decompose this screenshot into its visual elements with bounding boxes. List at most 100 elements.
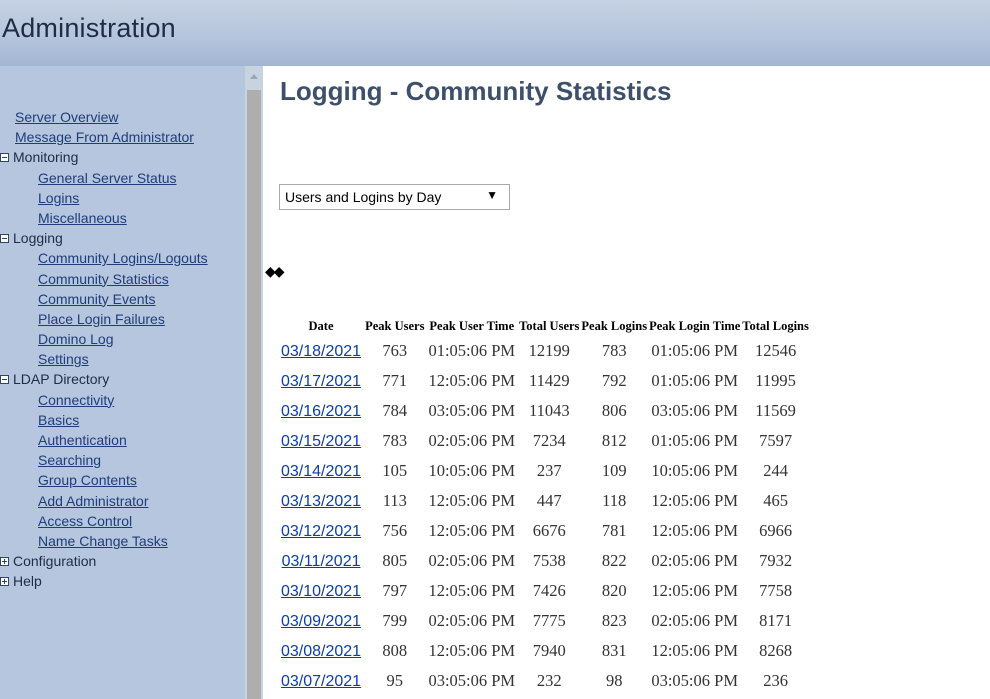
expand-icon[interactable] (0, 577, 9, 587)
cell-total-logins: 8171 (759, 611, 793, 630)
sidebar-item-logins: Logins (0, 188, 208, 208)
date-link[interactable]: 03/10/2021 (281, 583, 361, 600)
cell-peak-login-time: 12:05:06 PM (651, 581, 738, 600)
date-cell: 03/16/2021 (278, 396, 364, 426)
expand-icon[interactable] (0, 556, 9, 566)
sidebar-link[interactable]: Add Administrator (38, 493, 149, 509)
cell-peak-login-time: 01:05:06 PM (651, 431, 738, 450)
sidebar-link[interactable]: Community Events (38, 291, 155, 307)
page-title: Logging - Community Statistics (280, 76, 672, 106)
sidebar-link[interactable]: Community Logins/Logouts (38, 250, 208, 266)
table-row: 03/15/2021 783 02:05:06 PM 7234 812 01:05:06 … (278, 426, 810, 456)
cell-peak-users: 805 (382, 551, 408, 570)
cell-total-logins: 7758 (759, 581, 793, 600)
sidebar-item-connectivity: Connectivity (0, 390, 208, 410)
sidebar-group-ldap-directory: LDAP Directory (0, 369, 208, 389)
cell-peak-user-time: 12:05:06 PM (428, 641, 516, 660)
sidebar-group-label[interactable]: Monitoring (13, 149, 78, 165)
sidebar-item-authentication: Authentication (0, 430, 208, 450)
sidebar-link[interactable]: Community Statistics (38, 271, 169, 287)
table-row: 03/12/2021 756 12:05:06 PM 6676 781 12:05:06 … (278, 516, 810, 546)
sidebar-link[interactable]: Settings (38, 351, 89, 367)
cell-total-users: 7538 (532, 551, 566, 570)
sidebar: Server Overview Message From Administrato… (0, 66, 245, 699)
date-link[interactable]: 03/16/2021 (281, 403, 361, 420)
cell-total-users: 7775 (532, 611, 566, 630)
date-cell: 03/07/2021 (278, 666, 364, 696)
scroll-up-icon[interactable] (250, 74, 258, 79)
date-link[interactable]: 03/09/2021 (281, 613, 361, 630)
cell-peak-users: 113 (382, 491, 407, 510)
cell-peak-users: 799 (382, 611, 408, 630)
cell-peak-user-time: 01:05:06 PM (428, 341, 516, 360)
date-link[interactable]: 03/18/2021 (281, 343, 361, 360)
sidebar-nav: Server Overview Message From Administrato… (0, 107, 208, 592)
cell-peak-user-time: 02:05:06 PM (428, 431, 516, 450)
sidebar-link[interactable]: General Server Status (38, 170, 177, 186)
cell-peak-user-time: 12:05:06 PM (428, 521, 516, 540)
scrollbar-thumb[interactable] (247, 90, 261, 699)
cell-peak-user-time: 12:05:06 PM (428, 491, 516, 510)
collapse-icon[interactable] (0, 375, 9, 385)
sidebar-link[interactable]: Logins (38, 190, 79, 206)
collapse-icon[interactable] (0, 153, 9, 163)
table-row: 03/11/2021 805 02:05:06 PM 7538 822 02:05:06 … (278, 546, 810, 576)
cell-peak-logins: 823 (601, 611, 627, 630)
cell-peak-logins: 118 (602, 491, 627, 510)
cell-peak-login-time: 12:05:06 PM (651, 521, 738, 540)
date-link[interactable]: 03/11/2021 (282, 553, 361, 570)
cell-peak-login-time: 01:05:06 PM (651, 341, 738, 360)
date-link[interactable]: 03/12/2021 (281, 523, 361, 540)
date-link[interactable]: 03/17/2021 (281, 373, 361, 390)
cell-total-users: 447 (536, 491, 562, 510)
statistics-table: Date Peak Users Peak User Time Total Users P… (278, 316, 810, 696)
page-nav-arrows-icon[interactable]: ◆◆ (265, 263, 284, 280)
date-link[interactable]: 03/08/2021 (281, 643, 361, 660)
vertical-scrollbar[interactable] (245, 66, 263, 699)
sidebar-link[interactable]: Domino Log (38, 331, 114, 347)
cell-peak-users: 783 (382, 431, 408, 450)
sidebar-link[interactable]: Message From Administrator (15, 129, 194, 145)
sidebar-item-community-events: Community Events (0, 289, 208, 309)
sidebar-link[interactable]: Searching (38, 452, 101, 468)
table-body: 03/18/2021 763 01:05:06 PM 12199 783 01:05:06… (278, 336, 810, 696)
date-link[interactable]: 03/15/2021 (281, 433, 361, 450)
date-link[interactable]: 03/14/2021 (281, 463, 361, 480)
collapse-icon[interactable] (0, 233, 9, 243)
view-select[interactable]: Users and Logins by Day ▼ (279, 184, 510, 210)
sidebar-link[interactable]: Server Overview (15, 109, 118, 125)
sidebar-link[interactable]: Authentication (38, 432, 127, 448)
sidebar-group-logging: Logging (0, 228, 208, 248)
cell-total-users: 12199 (528, 341, 570, 360)
table-row: 03/17/2021 771 12:05:06 PM 11429 792 01:05:06… (278, 366, 810, 396)
cell-peak-login-time: 02:05:06 PM (651, 611, 738, 630)
sidebar-link[interactable]: Basics (38, 412, 79, 428)
sidebar-link[interactable]: Name Change Tasks (38, 533, 168, 549)
cell-total-logins: 6966 (759, 521, 793, 540)
date-cell: 03/11/2021 (278, 546, 364, 576)
sidebar-item-name-change-tasks: Name Change Tasks (0, 531, 208, 551)
date-cell: 03/14/2021 (278, 456, 364, 486)
sidebar-link[interactable]: Connectivity (38, 392, 114, 408)
sidebar-group-label[interactable]: Configuration (13, 553, 96, 569)
cell-peak-logins: 820 (601, 581, 627, 600)
cell-peak-logins: 98 (605, 671, 623, 690)
sidebar-link[interactable]: Miscellaneous (38, 210, 127, 226)
cell-peak-user-time: 03:05:06 PM (428, 401, 516, 420)
sidebar-link[interactable]: Place Login Failures (38, 311, 165, 327)
table-row: 03/09/2021 799 02:05:06 PM 7775 823 02:05:06 … (278, 606, 810, 636)
cell-peak-user-time: 12:05:06 PM (428, 581, 516, 600)
cell-total-logins: 7597 (759, 431, 793, 450)
sidebar-group-label[interactable]: Help (13, 573, 42, 589)
cell-peak-user-time: 03:05:06 PM (428, 671, 516, 690)
date-cell: 03/13/2021 (278, 486, 364, 516)
sidebar-group-label[interactable]: Logging (13, 230, 63, 246)
sidebar-link[interactable]: Group Contents (38, 472, 137, 488)
sidebar-link[interactable]: Access Control (38, 513, 132, 529)
date-link[interactable]: 03/13/2021 (281, 493, 361, 510)
date-link[interactable]: 03/07/2021 (281, 673, 361, 690)
date-cell: 03/08/2021 (278, 636, 364, 666)
table-row: 03/10/2021 797 12:05:06 PM 7426 820 12:05:06 … (278, 576, 810, 606)
sidebar-group-label[interactable]: LDAP Directory (13, 371, 109, 387)
column-header-date: Date (308, 318, 334, 333)
